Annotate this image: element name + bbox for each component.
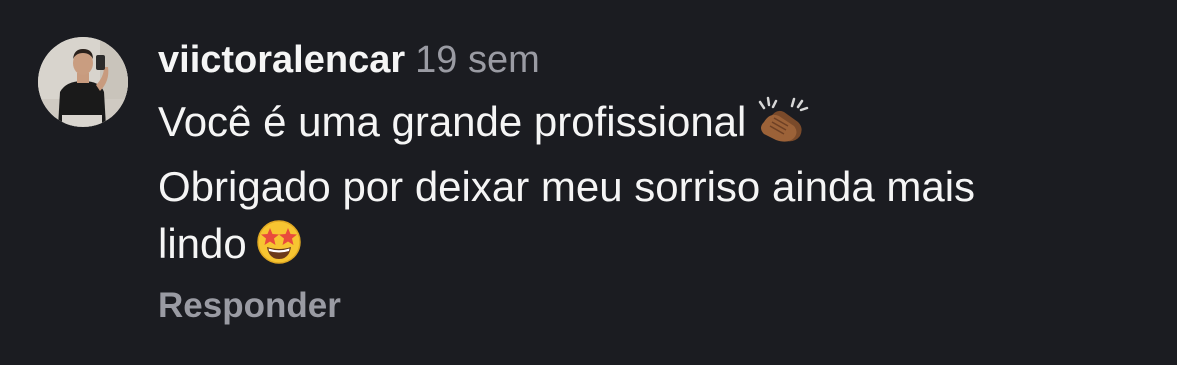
comment-line-3-text: lindo: [158, 220, 247, 267]
comment: viictoralencar 19 sem Você é uma grande p…: [0, 0, 1177, 365]
comment-header: viictoralencar 19 sem: [158, 36, 1158, 84]
comment-text: Você é uma grande profissional Obrigado …: [158, 93, 1158, 280]
timestamp: 19 sem: [415, 39, 540, 81]
clapping-hands-icon: [754, 96, 810, 158]
avatar-photo: [38, 37, 128, 127]
star-struck-icon: [255, 218, 303, 280]
username-link[interactable]: viictoralencar: [158, 39, 405, 81]
comment-content: viictoralencar 19 sem Você é uma grande p…: [158, 36, 1158, 280]
comment-line-1: Você é uma grande profissional: [158, 93, 1158, 158]
reply-button[interactable]: Responder: [158, 284, 341, 328]
comment-line-3: lindo: [158, 215, 1158, 280]
avatar[interactable]: [38, 37, 128, 127]
comment-line-2: Obrigado por deixar meu sorriso ainda ma…: [158, 163, 976, 210]
comment-line-1-text: Você é uma grande profissional: [158, 98, 747, 145]
